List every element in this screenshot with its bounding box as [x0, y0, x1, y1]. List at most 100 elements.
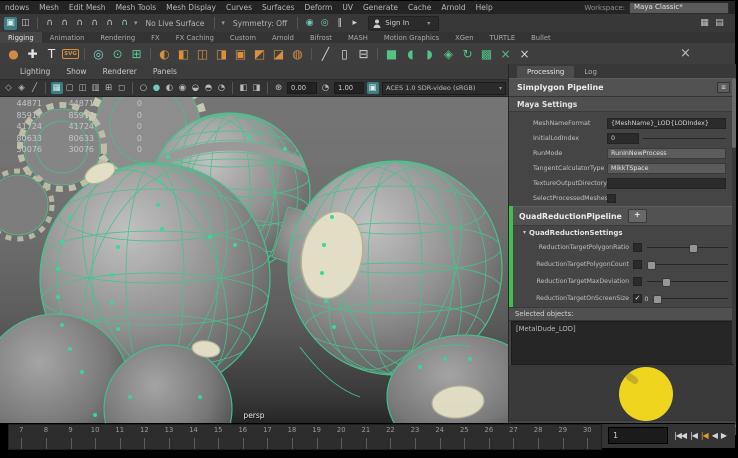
timeline-tick[interactable]: 16: [230, 425, 255, 449]
snap-point-icon[interactable]: ∩: [73, 17, 86, 30]
exposure-gear-icon[interactable]: ⊛: [273, 82, 285, 94]
chevron-down-icon[interactable]: ▾: [427, 20, 430, 27]
timeline-tick[interactable]: 23: [403, 425, 428, 449]
timeline-tick[interactable]: 30: [575, 425, 600, 449]
timeline-tick[interactable]: 19: [304, 425, 329, 449]
shelf-tab-fx-caching[interactable]: FX Caching: [168, 34, 222, 42]
remesh-icon[interactable]: ▩: [478, 45, 495, 62]
timeline-tick[interactable]: 17: [255, 425, 280, 449]
shaded-icon[interactable]: ●: [151, 82, 163, 94]
chevron-down-icon[interactable]: ▾: [134, 19, 138, 27]
play-backward-button[interactable]: ◀: [712, 431, 717, 440]
slider-handle[interactable]: [647, 261, 656, 270]
menu-item-mesh-tools[interactable]: Mesh Tools: [111, 3, 162, 12]
slider-checkbox[interactable]: ✓: [633, 294, 642, 303]
panel-tab-log[interactable]: Log: [574, 66, 607, 78]
view-transform-dropdown[interactable]: ACES 1.0 SDR-video (sRGB) ▾: [382, 82, 506, 95]
close-icon[interactable]: ×: [677, 45, 694, 62]
timeline-tick[interactable]: 14: [181, 425, 206, 449]
contrast-icon[interactable]: ◔: [320, 82, 332, 94]
timeline-tick[interactable]: 29: [550, 425, 575, 449]
panel-tab-processing[interactable]: Processing: [517, 66, 574, 78]
viewport-canvas[interactable]: 4487144871085917859170417244172408063380…: [0, 97, 508, 423]
timeline-tick[interactable]: 28: [526, 425, 551, 449]
timeline-tick[interactable]: 10: [83, 425, 108, 449]
delete-icon[interactable]: ×: [516, 45, 533, 62]
type-tool-icon[interactable]: T: [43, 45, 60, 62]
menu-item-generate[interactable]: Generate: [358, 3, 403, 12]
field-chart-icon[interactable]: ⊞: [103, 82, 115, 94]
slider-value[interactable]: 0: [642, 295, 651, 303]
timeline-tick[interactable]: 27: [501, 425, 526, 449]
bevel-icon[interactable]: ◩: [251, 45, 268, 62]
gamma-field[interactable]: 1.00: [334, 82, 364, 94]
viewport-menu-panels[interactable]: Panels: [153, 67, 177, 76]
shadows-icon[interactable]: ◒: [190, 82, 202, 94]
step-back-key-button[interactable]: |◀: [701, 431, 708, 440]
panel-scrollbar[interactable]: [732, 64, 736, 364]
joint-grid-icon[interactable]: ⊞: [128, 45, 145, 62]
attr-field[interactable]: {MeshName}_LOD{LODIndex}: [607, 118, 726, 129]
timeline-tick[interactable]: 25: [452, 425, 477, 449]
bridge-icon[interactable]: ◪: [270, 45, 287, 62]
shelf-tab-xgen[interactable]: XGen: [447, 34, 481, 42]
menu-item-cache[interactable]: Cache: [403, 3, 436, 12]
camera-attrs-icon[interactable]: ╱: [29, 82, 41, 94]
shelf-tab-rendering[interactable]: Rendering: [92, 34, 143, 42]
go-to-start-button[interactable]: |◀◀: [674, 431, 686, 440]
combine-icon[interactable]: ◫: [194, 45, 211, 62]
step-icon[interactable]: ▸: [348, 17, 361, 30]
menu-item-edit-mesh[interactable]: Edit Mesh: [64, 3, 111, 12]
play-forward-button[interactable]: ▶: [721, 431, 726, 440]
pivot-tool-icon[interactable]: ◎: [90, 45, 107, 62]
shelf-tab-mash[interactable]: MASH: [340, 34, 376, 42]
selection-mask-icon[interactable]: ▣: [4, 17, 17, 30]
time-slider[interactable]: 7891011121314151617181920212223242526272…: [8, 424, 602, 450]
ao-icon[interactable]: ◓: [203, 82, 215, 94]
render-view-icon[interactable]: ◎: [318, 17, 331, 30]
shelf-tab-motion-graphics[interactable]: Motion Graphics: [376, 34, 447, 42]
smooth-icon[interactable]: ■: [383, 45, 400, 62]
shelf-tab-rigging[interactable]: Rigging: [0, 32, 42, 43]
reduce-icon[interactable]: ◖: [402, 45, 419, 62]
resolution-gate-icon[interactable]: ◫: [77, 82, 89, 94]
attr-field[interactable]: [607, 178, 726, 189]
quad-reduction-header[interactable]: QuadReductionPipeline +: [513, 206, 736, 226]
shelf-tab-arnold[interactable]: Arnold: [264, 34, 302, 42]
timeline-tick[interactable]: 11: [107, 425, 132, 449]
timeline-tick[interactable]: 9: [58, 425, 83, 449]
viewport-menu-lighting[interactable]: Lighting: [20, 67, 50, 76]
workspace-dropdown[interactable]: Maya Classic*: [629, 2, 729, 14]
isolate-select-icon[interactable]: ◧: [238, 82, 250, 94]
step-back-frame-button[interactable]: |◀: [690, 431, 697, 440]
menu-item-arnold[interactable]: Arnold: [436, 3, 470, 12]
add-pipeline-button[interactable]: +: [628, 209, 647, 223]
poly-sphere-icon[interactable]: ●: [5, 45, 22, 62]
attr-dropdown[interactable]: RunInNewProcess: [607, 148, 726, 159]
timeline-tick[interactable]: 24: [427, 425, 452, 449]
menu-item-help[interactable]: Help: [471, 3, 498, 12]
slider-groove[interactable]: [647, 247, 728, 248]
slider-handle[interactable]: [689, 244, 698, 253]
grid-display-icon[interactable]: ▦: [698, 17, 711, 30]
shelf-tab-animation[interactable]: Animation: [42, 34, 93, 42]
slider-handle[interactable]: [662, 278, 671, 287]
timeline-tick[interactable]: 8: [34, 425, 59, 449]
make-live-icon[interactable]: ∩: [118, 17, 131, 30]
shelf-tab-bullet[interactable]: Bullet: [523, 34, 559, 42]
shelf-tab-bifrost[interactable]: Bifrost: [302, 34, 340, 42]
viewport-menu-show[interactable]: Show: [66, 67, 86, 76]
textured-icon[interactable]: ◐: [164, 82, 176, 94]
menu-item-ndows[interactable]: ndows: [0, 3, 34, 12]
xray-icon[interactable]: ◨: [251, 82, 263, 94]
slider-groove[interactable]: [656, 298, 728, 299]
slider-groove[interactable]: [647, 281, 728, 282]
use-all-lights-icon[interactable]: ◉: [177, 82, 189, 94]
poly-cube-icon[interactable]: ◧: [175, 45, 192, 62]
shelf-tab-custom[interactable]: Custom: [222, 34, 264, 42]
color-managed-icon[interactable]: ▣: [367, 82, 379, 94]
rotate-handle-icon[interactable]: ◐: [156, 45, 173, 62]
panel-menu-icon[interactable]: ≡: [717, 82, 730, 93]
select-camera-icon[interactable]: ◇: [3, 82, 15, 94]
wireframe-icon[interactable]: ○: [138, 82, 150, 94]
